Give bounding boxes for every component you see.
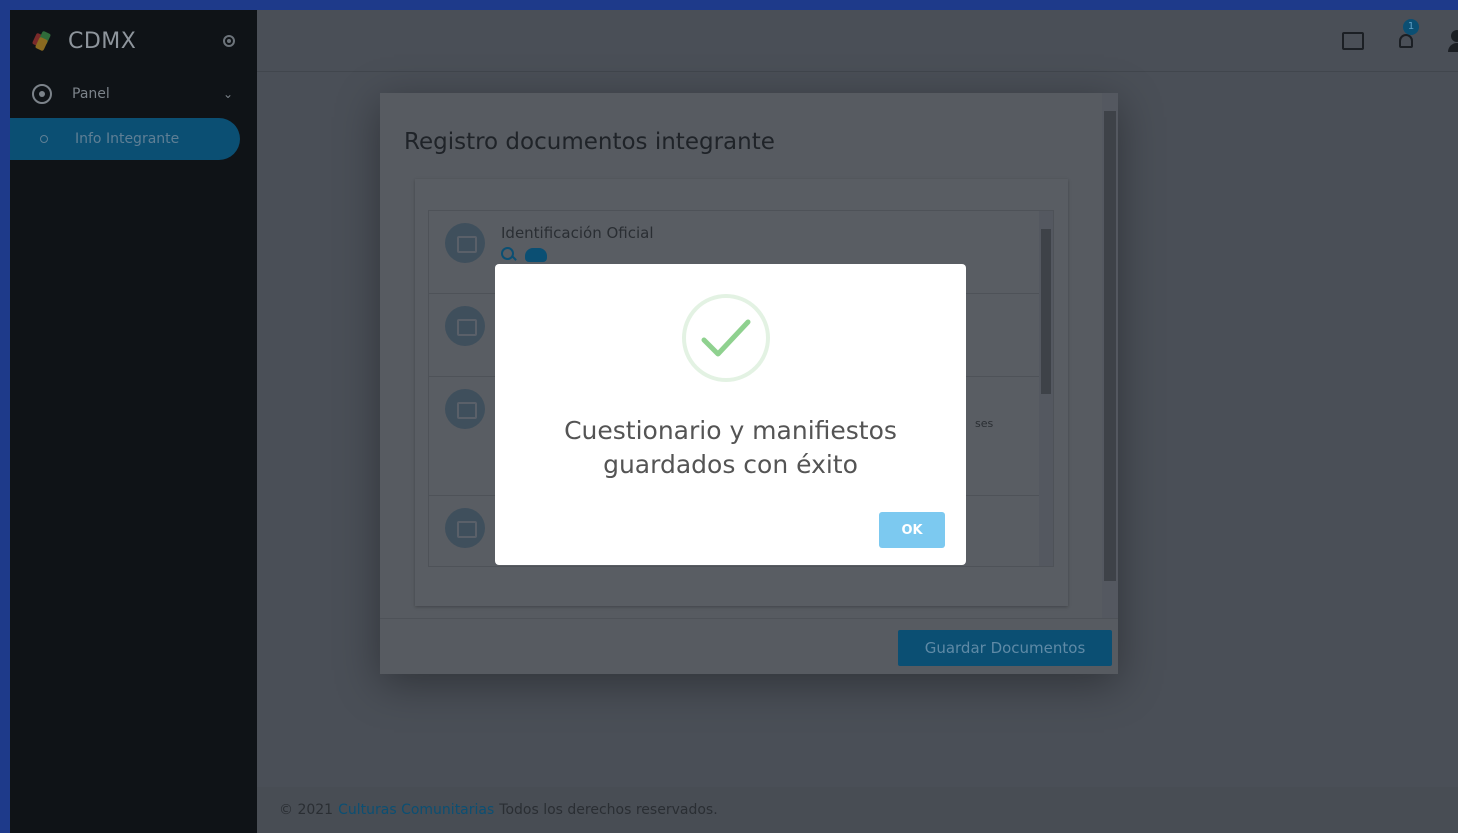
sidebar-item-label: Info Integrante <box>75 131 180 147</box>
document-actions <box>501 247 547 263</box>
page-footer: © 2021 Culturas Comunitarias Todos los d… <box>257 787 1458 833</box>
folder-icon <box>445 223 485 263</box>
dialog-scrollbar[interactable] <box>1102 93 1118 618</box>
list-scrollbar-thumb[interactable] <box>1041 229 1051 394</box>
chevron-down-icon: ⌄ <box>222 87 233 101</box>
search-icon[interactable] <box>501 247 517 263</box>
modal-message: Cuestionario y manifiestos guardados con… <box>525 414 936 482</box>
modal-message-line2: guardados con éxito <box>603 450 858 479</box>
palette-icon <box>32 84 52 104</box>
topbar: 1 <box>257 10 1458 72</box>
success-check-icon <box>682 294 770 382</box>
copyright-text: © 2021 <box>279 802 334 818</box>
sidebar: CDMX Panel ⌄ Info Integrante <box>10 10 257 833</box>
dialog-title: Registro documentos integrante <box>404 129 775 155</box>
list-scrollbar[interactable] <box>1039 211 1053 566</box>
sidebar-toggle-icon[interactable] <box>223 35 235 47</box>
brand: CDMX <box>10 10 257 72</box>
dialog-footer: Guardar Documentos <box>380 618 1118 674</box>
notifications-button[interactable]: 1 <box>1397 19 1419 51</box>
topbar-actions: 1 <box>1342 10 1458 72</box>
document-name: Identificación Oficial <box>501 224 654 242</box>
folder-icon <box>445 389 485 429</box>
footer-link[interactable]: Culturas Comunitarias <box>338 802 494 818</box>
folder-icon <box>445 306 485 346</box>
save-documents-button[interactable]: Guardar Documentos <box>898 630 1112 666</box>
sidebar-item-label: Panel <box>72 86 110 102</box>
success-modal: Cuestionario y manifiestos guardados con… <box>495 264 966 565</box>
document-description-trailing: ses <box>975 417 994 430</box>
modal-message-line1: Cuestionario y manifiestos <box>564 416 897 445</box>
sidebar-item-info-integrante[interactable]: Info Integrante <box>10 118 240 160</box>
brand-name: CDMX <box>68 28 137 54</box>
cloud-upload-icon[interactable] <box>525 248 547 262</box>
notification-badge: 1 <box>1403 19 1419 35</box>
bell-icon <box>1399 34 1413 48</box>
circle-bullet-icon <box>40 135 48 143</box>
sidebar-item-panel[interactable]: Panel ⌄ <box>10 72 257 116</box>
user-icon[interactable] <box>1448 30 1458 52</box>
fullscreen-icon[interactable] <box>1342 32 1364 50</box>
rights-text: Todos los derechos reservados. <box>499 802 718 818</box>
folder-icon <box>445 508 485 548</box>
dialog-scrollbar-thumb[interactable] <box>1104 111 1116 581</box>
brand-logo-icon <box>31 30 54 52</box>
ok-button[interactable]: OK <box>879 512 945 548</box>
